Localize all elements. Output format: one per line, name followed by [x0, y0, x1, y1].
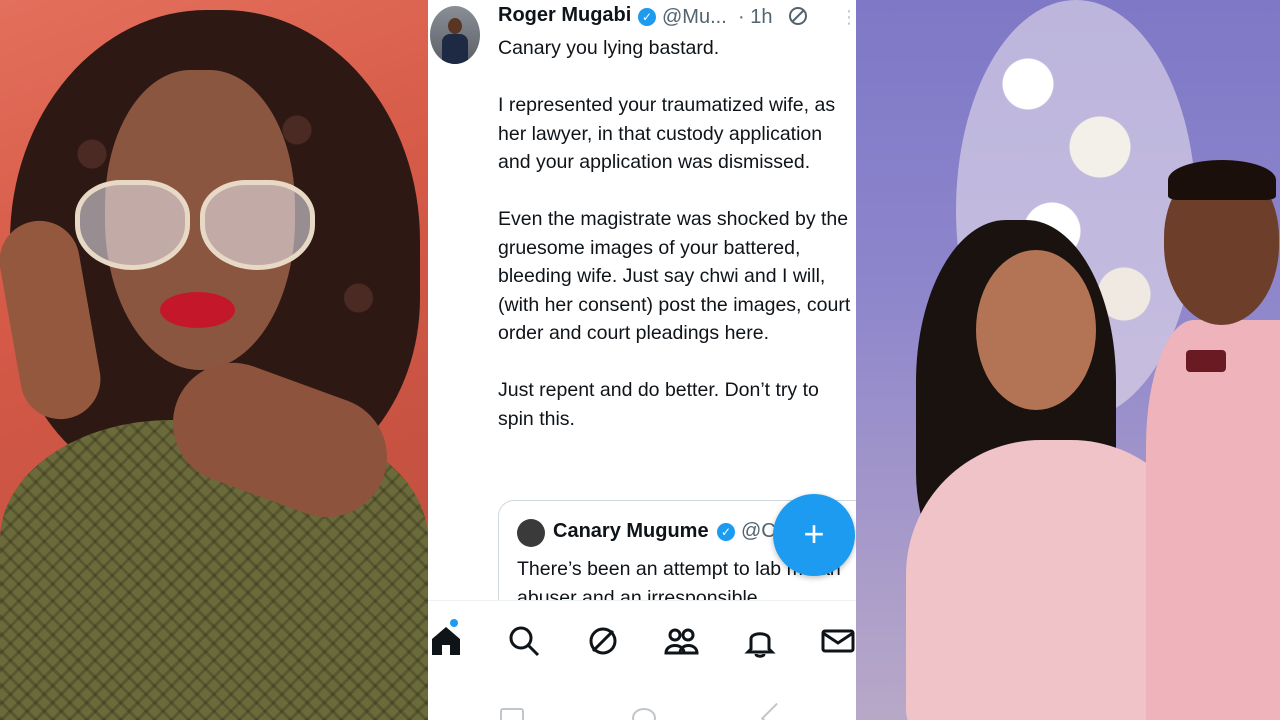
tweet-paragraph: Just repent and do better. Don’t try to …	[498, 379, 819, 430]
system-nav-bar	[428, 680, 856, 720]
pink-suit	[1146, 320, 1280, 720]
notification-dot	[450, 619, 458, 627]
quoted-author-name: Canary Mugume	[553, 520, 709, 542]
avatar-head	[448, 18, 462, 34]
verified-badge-icon: ✓	[717, 523, 735, 541]
author-handle[interactable]: @Mu...	[662, 6, 727, 29]
groom-hair	[1168, 160, 1276, 200]
search-icon[interactable]	[506, 623, 542, 659]
bride-face	[976, 250, 1096, 410]
bow-tie	[1186, 350, 1226, 372]
author-name[interactable]: Roger Mugabi	[498, 4, 631, 27]
compose-tweet-button[interactable]: +	[773, 494, 855, 576]
left-photo	[0, 0, 428, 720]
sunglasses-right-lens	[200, 180, 315, 270]
recent-apps-icon[interactable]	[500, 708, 524, 720]
back-icon[interactable]	[760, 702, 790, 720]
avatar-body	[442, 34, 468, 64]
home-icon[interactable]	[428, 619, 464, 659]
spaces-icon[interactable]	[585, 623, 621, 659]
lips	[160, 292, 235, 328]
author-avatar[interactable]	[430, 6, 480, 64]
tweet-text: Canary you lying bastard. I represented …	[498, 34, 854, 462]
bottom-nav-bar	[428, 600, 856, 681]
right-photo	[856, 0, 1280, 720]
tweet-header: Roger Mugabi ✓ @Mu... · 1h ⋮	[428, 0, 856, 64]
tweet-paragraph: Canary you lying bastard.	[498, 37, 720, 59]
tweet-paragraph: I represented your traumatized wife, as …	[498, 94, 836, 173]
phone-screenshot: Roger Mugabi ✓ @Mu... · 1h ⋮ Canary you …	[428, 0, 856, 720]
sunglasses-left-lens	[75, 180, 190, 270]
quoted-author-handle: @C	[741, 520, 776, 542]
tweet-paragraph: Even the magistrate was shocked by the g…	[498, 208, 851, 344]
more-options-icon[interactable]: ⋮	[840, 8, 856, 26]
verified-badge-icon: ✓	[638, 8, 656, 26]
spaces-icon[interactable]	[788, 6, 808, 26]
communities-icon[interactable]	[663, 623, 699, 659]
quoted-author-avatar	[517, 519, 545, 547]
notifications-icon[interactable]	[742, 623, 778, 659]
messages-icon[interactable]	[820, 623, 856, 659]
tweet-time: · 1h	[738, 6, 773, 28]
system-home-icon[interactable]	[632, 708, 656, 720]
